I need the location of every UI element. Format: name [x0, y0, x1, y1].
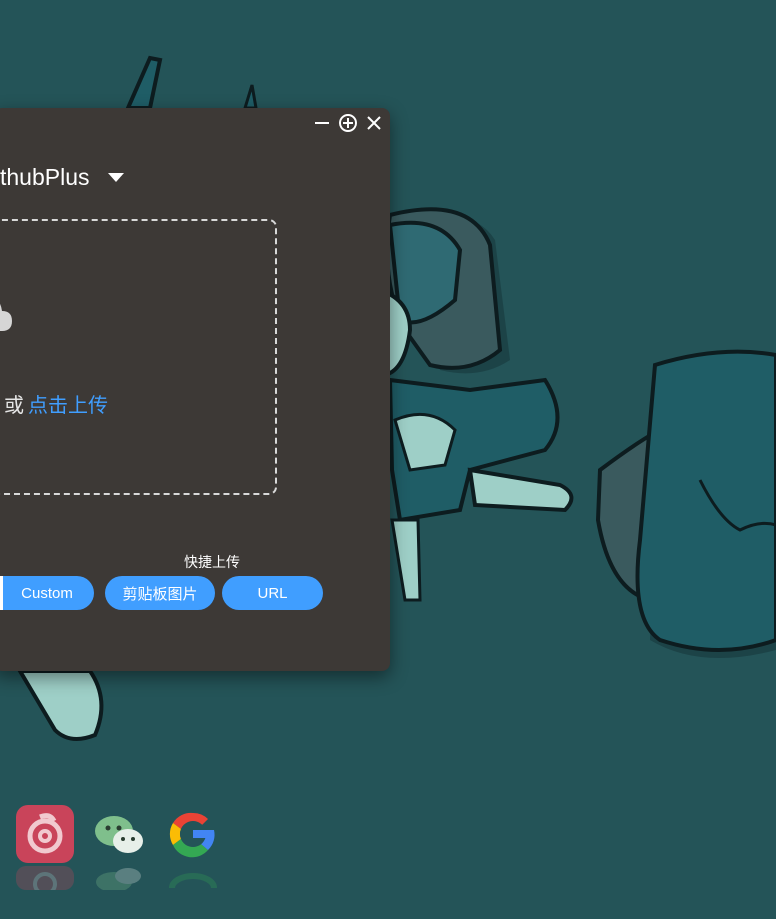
caret-down-icon: [107, 173, 124, 182]
wechat-reflection: [90, 866, 148, 892]
picbed-selector-label: thubPlus: [0, 164, 90, 190]
cloud-upload-icon: [0, 303, 12, 331]
custom-upload-button[interactable]: Custom: [0, 576, 94, 610]
click-upload-link[interactable]: 点击上传: [28, 395, 108, 417]
google-icon[interactable]: [164, 805, 222, 863]
close-icon[interactable]: [364, 113, 384, 133]
dropzone-text: 处，或点击上传: [0, 389, 108, 418]
dock: [0, 800, 776, 919]
window-controls: [312, 113, 384, 133]
netease-music-reflection: [16, 866, 74, 896]
plus-circle-icon[interactable]: [338, 113, 358, 133]
picbed-selector[interactable]: thubPlus: [0, 164, 124, 191]
upload-dropzone[interactable]: 处，或点击上传: [0, 219, 277, 495]
upload-window: thubPlus 处，或点击上传 快捷上传 Custom 剪贴板图片 URL: [0, 108, 390, 671]
quick-upload-label: 快捷上传: [184, 554, 240, 570]
clipboard-upload-button[interactable]: 剪贴板图片: [105, 576, 215, 610]
netease-music-icon[interactable]: [16, 805, 74, 863]
wechat-icon[interactable]: [90, 805, 148, 863]
url-upload-button[interactable]: URL: [222, 576, 323, 610]
google-reflection: [164, 866, 222, 890]
minimize-icon[interactable]: [312, 113, 332, 133]
dropzone-prompt: 处，或: [0, 395, 24, 417]
